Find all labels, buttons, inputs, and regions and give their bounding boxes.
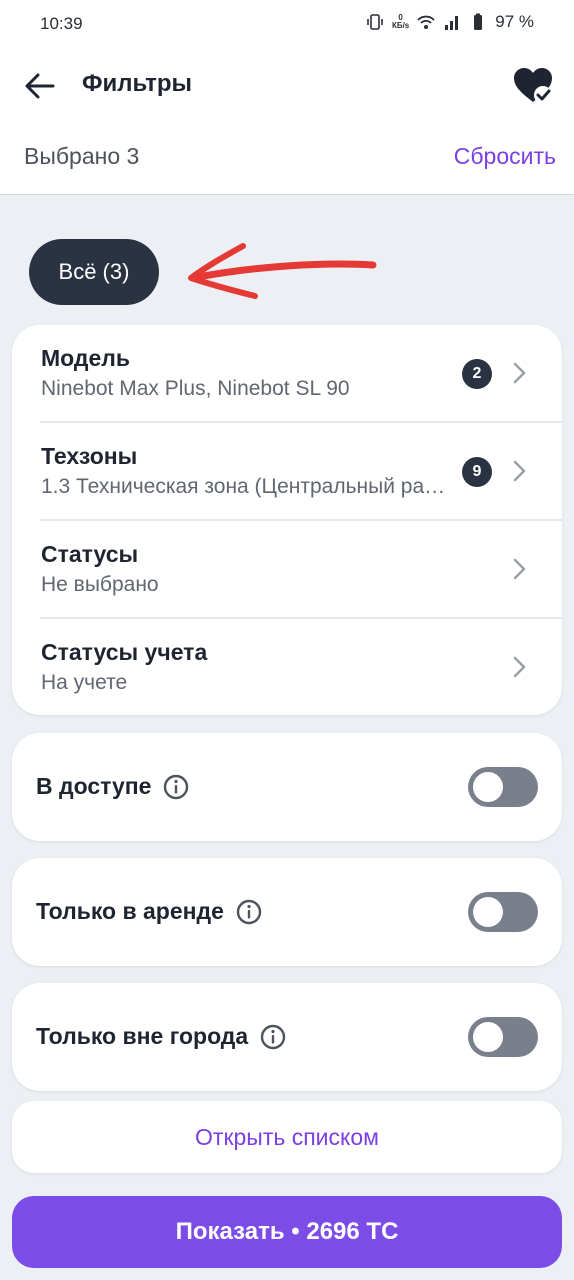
filter-row-title: Модель (41, 345, 131, 371)
arrow-left-icon (25, 73, 55, 99)
chevron-right-icon (513, 558, 526, 580)
toggle-label: Только вне города (36, 1023, 286, 1050)
chevron-right-icon (513, 656, 526, 678)
filter-row-accounting-statuses[interactable]: Статусы учета На учете (40, 619, 562, 717)
toggle-label-text: Только в аренде (36, 898, 224, 924)
filter-row-title: Статусы учета (41, 639, 208, 665)
filter-row-title: Статусы (41, 541, 139, 567)
toggle-card-outside-city: Только вне города (12, 983, 562, 1091)
all-filter-chip[interactable]: Всё (3) (29, 239, 159, 305)
filters-card: Модель Ninebot Max Plus, Ninebot SL 90 2… (12, 325, 562, 715)
battery-icon (474, 13, 483, 30)
page-title: Фильтры (82, 70, 193, 97)
toggle-knob (473, 772, 503, 802)
count-badge: 9 (462, 457, 492, 487)
filter-row-subtitle: Ninebot Max Plus, Ninebot SL 90 (41, 377, 350, 400)
filter-row-subtitle: Не выбрано (41, 573, 159, 596)
info-icon[interactable] (260, 1024, 286, 1050)
chevron-right-icon (513, 460, 526, 482)
count-badge: 2 (462, 359, 492, 389)
filter-row-subtitle: 1.3 Техническая зона (Центральный район) (41, 475, 446, 498)
battery-level: 97 % (495, 12, 534, 31)
heart-check-icon (514, 68, 552, 104)
signal-icon (445, 16, 459, 30)
network-speed-unit: КБ/s (391, 21, 410, 30)
rented-only-toggle[interactable] (468, 892, 538, 932)
status-time: 10:39 (40, 14, 83, 33)
toggle-label: В доступе (36, 773, 189, 800)
toggle-label: Только в аренде (36, 898, 262, 925)
vibrate-icon (367, 14, 383, 30)
favorites-button[interactable] (512, 66, 554, 106)
chevron-right-icon (513, 362, 526, 384)
toggle-label-text: Только вне города (36, 1023, 249, 1049)
toggle-card-available: В доступе (12, 733, 562, 841)
available-toggle[interactable] (468, 767, 538, 807)
network-speed: 0 КБ/s (392, 14, 409, 30)
filter-row-subtitle: На учете (41, 671, 128, 694)
toggle-label-text: В доступе (36, 773, 152, 799)
filter-row-statuses[interactable]: Статусы Не выбрано (40, 521, 562, 619)
toggle-knob (473, 897, 503, 927)
outside-city-toggle[interactable] (468, 1017, 538, 1057)
filter-row-techzones[interactable]: Техзоны 1.3 Техническая зона (Центральны… (40, 423, 562, 521)
reset-button[interactable]: Сбросить (454, 143, 556, 170)
info-icon[interactable] (163, 774, 189, 800)
filter-row-model[interactable]: Модель Ninebot Max Plus, Ninebot SL 90 2 (40, 325, 562, 423)
open-list-button[interactable]: Открыть списком (12, 1101, 562, 1173)
selected-count: Выбрано 3 (24, 143, 140, 169)
show-results-button[interactable]: Показать • 2696 ТС (12, 1196, 562, 1268)
toggle-card-rented: Только в аренде (12, 858, 562, 966)
back-button[interactable] (22, 68, 58, 104)
status-icons: 0 КБ/s 97 % (366, 12, 534, 32)
wifi-icon (417, 15, 435, 29)
info-icon[interactable] (236, 899, 262, 925)
toggle-knob (473, 1022, 503, 1052)
app-header: Фильтры Выбрано 3 Сбросить (0, 48, 574, 195)
filter-row-title: Техзоны (41, 443, 138, 469)
annotation-arrow-icon (188, 243, 377, 299)
status-bar: 10:39 0 КБ/s 97 % (0, 0, 574, 48)
